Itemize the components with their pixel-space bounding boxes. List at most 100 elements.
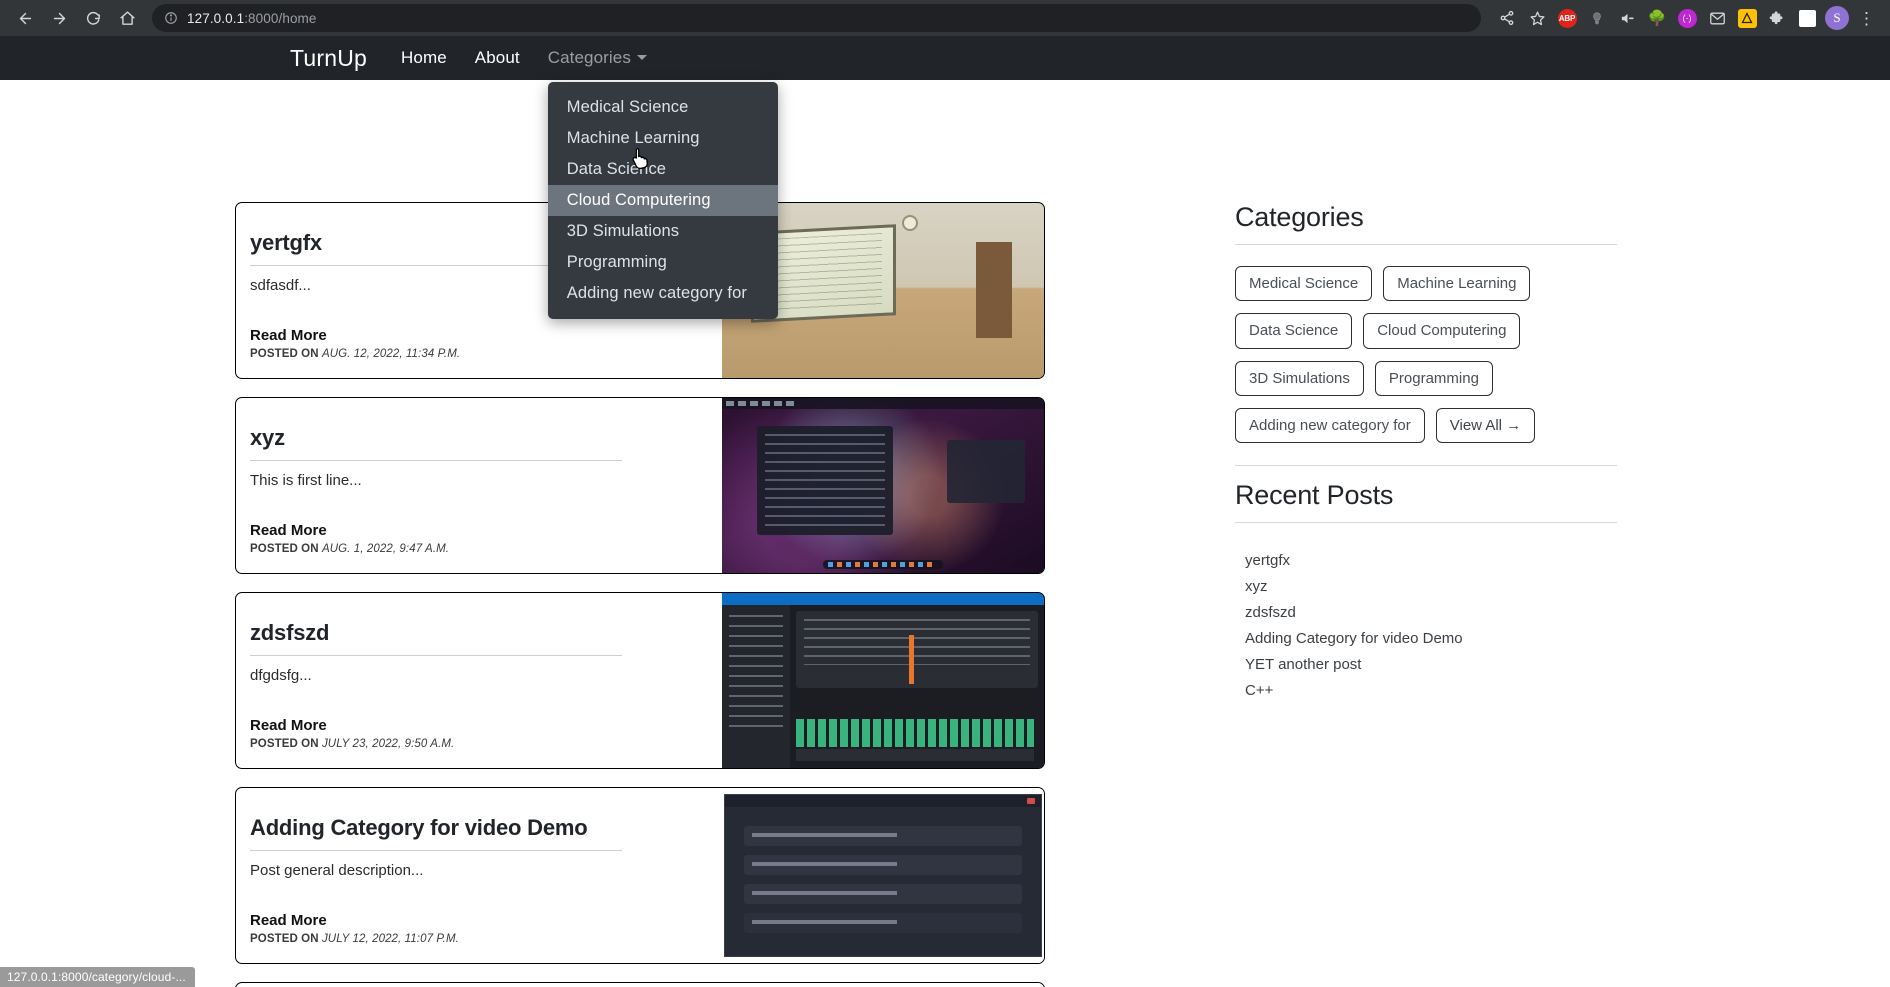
site-navbar: TurnUp Home About Categories Medical Sci… [0, 36, 1890, 319]
read-more-link[interactable]: Read More [250, 717, 722, 734]
post-date: AUG. 1, 2022, 9:47 A.M. [321, 543, 450, 555]
post-card[interactable]: xyz This is first line... Read More POST… [235, 397, 1045, 574]
recent-post-item[interactable]: Adding Category for video Demo [1235, 626, 1617, 652]
extensions-puzzle-icon[interactable] [1763, 4, 1791, 32]
share-icon[interactable] [1493, 4, 1521, 32]
reload-icon[interactable] [78, 3, 108, 33]
post-body: Adding Category for video Demo Post gene… [236, 788, 722, 963]
post-card[interactable]: zdsfszd dfgdsfg... Read More POSTED ON J… [235, 592, 1045, 769]
divider [250, 460, 622, 461]
view-all-categories-button[interactable]: View All → [1435, 407, 1536, 443]
mail-extension-icon[interactable] [1703, 4, 1731, 32]
avatar-initial: S [1825, 6, 1849, 30]
white-square-badge [1798, 9, 1816, 27]
white-square-extension-icon[interactable] [1793, 4, 1821, 32]
read-more-link[interactable]: Read More [250, 522, 722, 539]
bookmark-star-icon[interactable] [1523, 4, 1551, 32]
dropdown-item-programming[interactable]: Programming [548, 247, 778, 278]
divider [250, 850, 622, 851]
dark-admin-ui-image [724, 794, 1042, 957]
recent-post-item[interactable]: yertgfx [1235, 548, 1617, 574]
post-list: yertgfx sdfasdf... Read More POSTED ON A… [235, 202, 1045, 987]
dropdown-item-adding-new-category-for[interactable]: Adding new category for [548, 278, 778, 309]
post-date: JULY 23, 2022, 9:50 A.M. [321, 738, 455, 750]
post-thumbnail[interactable]: Ubuntu Fedora Debian [722, 983, 1044, 987]
post-thumbnail[interactable] [722, 788, 1044, 963]
post-card[interactable]: YET another post This post is related to… [235, 982, 1045, 987]
post-meta: POSTED ON JULY 23, 2022, 9:50 A.M. [250, 738, 722, 750]
recent-post-item[interactable]: C++ [1235, 678, 1617, 704]
posted-on-label: POSTED ON [250, 738, 319, 750]
link-preview-status-bar: 127.0.0.1:8000/category/cloud-... [0, 967, 195, 987]
post-body: xyz This is first line... Read More POST… [236, 398, 722, 573]
post-meta: POSTED ON AUG. 1, 2022, 9:47 A.M. [250, 543, 722, 555]
category-pill-adding-new-category-for[interactable]: Adding new category for [1235, 407, 1425, 443]
site-info-icon[interactable] [164, 11, 178, 25]
posted-on-label: POSTED ON [250, 543, 319, 555]
site-brand[interactable]: TurnUp [290, 45, 367, 72]
tree-extension-icon[interactable]: 🌳 [1643, 4, 1671, 32]
recent-post-item[interactable]: xyz [1235, 574, 1617, 600]
divider [250, 655, 622, 656]
post-date: AUG. 12, 2022, 11:34 P.M. [321, 348, 461, 360]
post-title[interactable]: Adding Category for video Demo [250, 815, 722, 850]
post-card[interactable]: Adding Category for video Demo Post gene… [235, 787, 1045, 964]
post-excerpt: dfgdsfg... [250, 667, 312, 684]
recent-post-item[interactable]: zdsfszd [1235, 600, 1617, 626]
category-pill-medical-science[interactable]: Medical Science [1235, 266, 1373, 302]
category-pill-cloud-computering[interactable]: Cloud Computering [1363, 313, 1521, 349]
purple-extension-icon[interactable]: (·) [1673, 4, 1701, 32]
divider [1235, 244, 1617, 245]
nav-dropdown-categories[interactable]: Categories [548, 48, 631, 68]
amber-extension-badge [1737, 8, 1757, 28]
post-date: JULY 12, 2022, 11:07 P.M. [321, 933, 459, 945]
linux-distro-penguins-image: Ubuntu Fedora Debian [722, 983, 1044, 987]
category-pill-data-science[interactable]: Data Science [1235, 313, 1353, 349]
chrome-menu-icon[interactable]: ⋮ [1853, 10, 1880, 27]
browser-extensions-area: ABP 🌳 (·) S ⋮ [1493, 4, 1880, 32]
browser-toolbar: 127.0.0.1:8000/home ABP 🌳 (·) S ⋮ [0, 0, 1890, 36]
dropdown-item-3d-simulations[interactable]: 3D Simulations [548, 216, 778, 247]
home-icon[interactable] [112, 3, 142, 33]
post-body: YET another post This post is related to… [236, 983, 722, 987]
dropdown-item-medical-science[interactable]: Medical Science [548, 92, 778, 123]
address-bar[interactable]: 127.0.0.1:8000/home [152, 4, 1481, 32]
post-body: zdsfszd dfgdsfg... Read More POSTED ON J… [236, 593, 722, 768]
post-excerpt: This is first line... [250, 472, 362, 489]
dropdown-item-data-science[interactable]: Data Science [548, 154, 778, 185]
back-arrow-icon[interactable] [10, 3, 40, 33]
divider [1235, 465, 1617, 466]
address-bar-text: 127.0.0.1:8000/home [187, 10, 317, 26]
forward-arrow-icon[interactable] [44, 3, 74, 33]
posted-on-label: POSTED ON [250, 933, 319, 945]
profile-avatar[interactable]: S [1823, 4, 1851, 32]
categories-dropdown-wrap: Categories Medical Science Machine Learn… [547, 48, 778, 319]
dark-reader-icon[interactable] [1583, 4, 1611, 32]
recent-posts-list: yertgfx xyz zdsfszd Adding Category for … [1235, 544, 1617, 704]
category-pill-machine-learning[interactable]: Machine Learning [1383, 266, 1531, 302]
category-pill-programming[interactable]: Programming [1374, 360, 1493, 396]
category-pill-3d-simulations[interactable]: 3D Simulations [1235, 360, 1364, 396]
read-more-link[interactable]: Read More [250, 327, 722, 344]
posted-on-label: POSTED ON [250, 348, 319, 360]
dropdown-item-machine-learning[interactable]: Machine Learning [548, 123, 778, 154]
amber-extension-icon[interactable] [1733, 4, 1761, 32]
post-meta: POSTED ON JULY 12, 2022, 11:07 P.M. [250, 933, 722, 945]
nav-link-home[interactable]: Home [401, 48, 447, 68]
nav-link-about[interactable]: About [475, 48, 520, 68]
space-nebula-desktop-image [722, 398, 1044, 573]
sidebar: Categories Medical Science Machine Learn… [1235, 202, 1617, 987]
page-content: yertgfx sdfasdf... Read More POSTED ON A… [0, 80, 1890, 987]
read-more-link[interactable]: Read More [250, 912, 722, 929]
content-container: yertgfx sdfasdf... Read More POSTED ON A… [235, 80, 1655, 987]
post-thumbnail[interactable] [722, 593, 1044, 768]
adblock-plus-icon[interactable]: ABP [1553, 4, 1581, 32]
recent-post-item[interactable]: YET another post [1235, 652, 1617, 678]
post-thumbnail[interactable] [722, 398, 1044, 573]
post-title[interactable]: xyz [250, 425, 722, 460]
post-title[interactable]: zdsfszd [250, 620, 722, 655]
chevron-down-icon[interactable] [636, 54, 647, 60]
categories-heading: Categories [1235, 202, 1364, 232]
mute-tab-icon[interactable] [1613, 4, 1641, 32]
dropdown-item-cloud-computering[interactable]: Cloud Computering [547, 185, 778, 216]
